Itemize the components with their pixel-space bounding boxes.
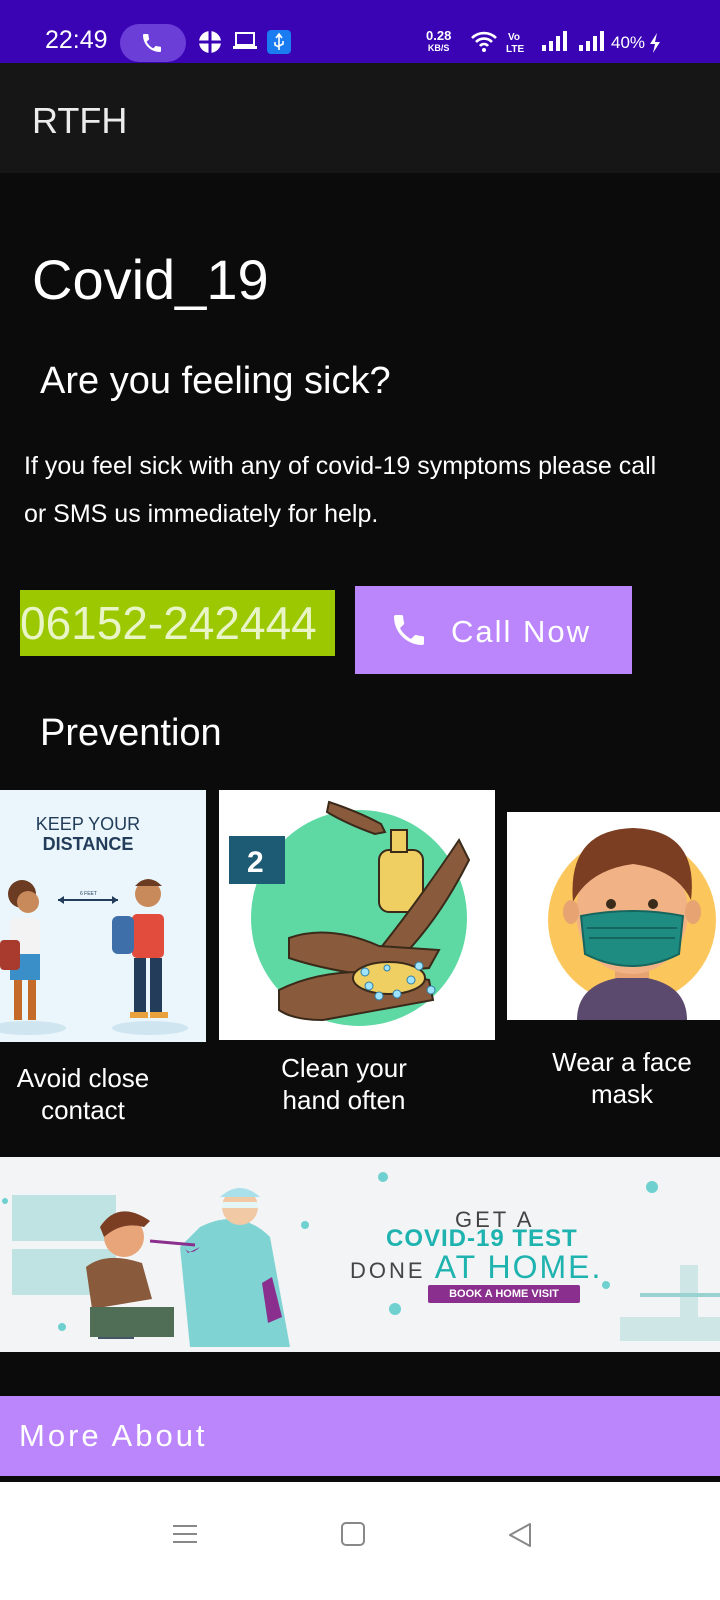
svg-text:6 FEET: 6 FEET <box>80 891 97 897</box>
phone-icon <box>394 615 424 645</box>
call-now-button[interactable]: Call Now <box>355 586 632 674</box>
avoid-contact-caption: Avoid close contact <box>16 1063 150 1125</box>
home-icon[interactable] <box>341 1522 365 1546</box>
volte-icon: VoLTE <box>506 32 524 54</box>
clean-hands-caption: Clean your hand often <box>281 1053 407 1115</box>
back-icon[interactable] <box>507 1522 533 1548</box>
battery-percentage: 40% <box>611 33 646 52</box>
prevention-heading: Prevention <box>40 712 222 754</box>
call-now-label: Call Now <box>451 614 592 649</box>
help-text: If you feel sick with any of covid-19 sy… <box>24 452 657 528</box>
face-mask-illustration <box>548 828 716 1020</box>
status-bar: 22:49 0.28 KB/S Vo LTE 40% <box>0 0 720 63</box>
charging-icon <box>650 33 660 53</box>
more-about-label: More About <box>19 1418 208 1453</box>
more-about-button[interactable]: More About <box>0 1396 720 1476</box>
signal-icon <box>542 31 567 51</box>
signal-icon <box>579 31 604 51</box>
banner-done-at-home: DONE AT HOME. <box>350 1249 603 1285</box>
menu-icon[interactable] <box>172 1522 198 1546</box>
svg-text:LTE: LTE <box>506 44 524 54</box>
app-title: RTFH <box>32 100 128 141</box>
phone-icon <box>143 34 161 52</box>
laptop-icon <box>233 32 257 49</box>
hand-washing-illustration: 2 <box>229 800 471 1026</box>
face-mask-image[interactable] <box>507 812 720 1020</box>
face-mask-caption: Wear a face mask <box>552 1047 692 1109</box>
phone-number[interactable]: 06152-242444 <box>20 590 335 656</box>
grid-icon <box>199 31 221 53</box>
feeling-sick-heading: Are you feeling sick? <box>40 360 391 402</box>
keep-distance-image[interactable]: KEEP YOUR DISTANCE 6 FEET <box>0 790 206 1042</box>
network-speed: 0.28 KB/S <box>426 28 452 53</box>
svg-text:2: 2 <box>247 846 264 879</box>
home-test-banner[interactable]: GET A COVID-19 TEST DONE AT HOME. BOOK A… <box>0 1157 720 1352</box>
usb-icon <box>267 30 291 54</box>
social-distance-illustration: 6 FEET <box>0 879 188 1035</box>
ongoing-call-pill[interactable] <box>120 24 186 62</box>
status-time: 22:49 <box>45 26 108 54</box>
svg-text:Vo: Vo <box>508 32 520 43</box>
wash-hands-image[interactable]: 2 <box>219 790 495 1040</box>
system-nav-bar <box>0 1482 720 1600</box>
wifi-icon <box>471 31 497 52</box>
app-bar: RTFH <box>0 63 720 173</box>
book-home-visit-button[interactable]: BOOK A HOME VISIT <box>428 1285 580 1303</box>
page-title: Covid_19 <box>32 248 269 311</box>
